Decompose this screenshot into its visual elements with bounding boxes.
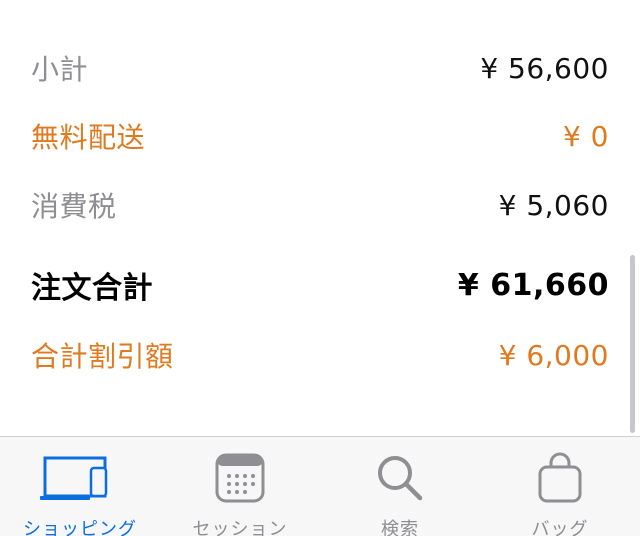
order-summary: 小計 ¥ 56,600 無料配送 ¥ 0 消費税 ¥ 5,060 注文合計 ¥ … (0, 0, 640, 436)
discount-total-row: 合計割引額 ¥ 6,000 (31, 335, 609, 375)
tab-sessions[interactable]: セッション (160, 437, 320, 536)
scrollbar[interactable] (630, 255, 635, 433)
free-shipping-label: 無料配送 (31, 121, 146, 154)
order-total-row: 注文合計 ¥ 61,660 (31, 265, 609, 307)
tab-shopping-label: ショッピング (23, 519, 137, 536)
subtotal-value: ¥ 56,600 (480, 51, 609, 85)
tab-bag[interactable]: バッグ (480, 437, 640, 536)
tab-bag-label: バッグ (531, 519, 589, 536)
tax-label: 消費税 (31, 190, 117, 223)
bag-icon (515, 451, 605, 505)
subtotal-label: 小計 (31, 53, 89, 86)
search-icon (355, 451, 445, 505)
calendar-icon (195, 451, 285, 505)
order-total-label: 注文合計 (31, 271, 153, 306)
devices-icon (35, 451, 125, 505)
tax-value: ¥ 5,060 (498, 188, 609, 222)
tab-shopping[interactable]: ショッピング (0, 437, 160, 536)
subtotal-row: 小計 ¥ 56,600 (31, 48, 609, 88)
free-shipping-value: ¥ 0 (562, 119, 609, 153)
screen: 小計 ¥ 56,600 無料配送 ¥ 0 消費税 ¥ 5,060 注文合計 ¥ … (0, 0, 640, 536)
tab-sessions-label: セッション (192, 519, 288, 536)
discount-total-value: ¥ 6,000 (498, 338, 609, 372)
free-shipping-row: 無料配送 ¥ 0 (31, 116, 609, 156)
tab-search-label: 検索 (381, 519, 419, 536)
tab-bar: ショッピング セッション 検索 バッグ (0, 436, 640, 536)
tab-search[interactable]: 検索 (320, 437, 480, 536)
discount-total-label: 合計割引額 (31, 340, 174, 373)
tax-row: 消費税 ¥ 5,060 (31, 185, 609, 225)
order-total-value: ¥ 61,660 (457, 267, 609, 303)
